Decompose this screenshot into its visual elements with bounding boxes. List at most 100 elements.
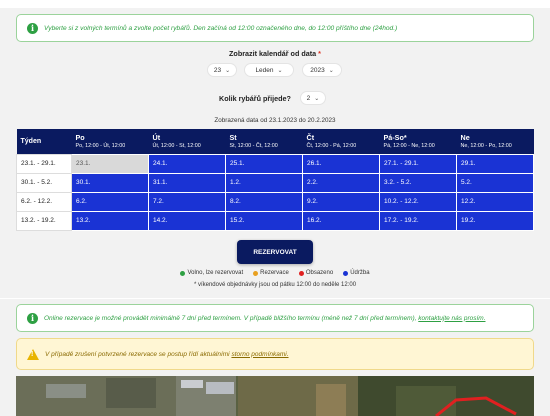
legend-label: Obsazeno	[305, 270, 334, 276]
day-time: Po, 12:00 - Út, 12:00	[75, 143, 126, 150]
day-select[interactable]: 23 ⌄	[207, 63, 237, 77]
date-cell[interactable]: 9.2.	[302, 191, 380, 212]
info-alert-text: Vyberte si z volných termínů a zvolte po…	[44, 24, 398, 32]
date-cell[interactable]: 17.2. - 19.2.	[379, 210, 457, 231]
status-legend: Volno, lze rezervovat Rezervace Obsazeno…	[0, 270, 550, 276]
week-cell: 13.2. - 19.2.	[16, 210, 72, 231]
date-cell[interactable]: 27.1. - 29.1.	[379, 153, 457, 174]
day-header-tue: Út Út, 12:00 - St, 12:00	[148, 129, 226, 154]
date-cell[interactable]: 19.2.	[456, 210, 534, 231]
calendar-date-label-text: Zobrazit kalendář od data	[229, 49, 317, 58]
reservation-calendar: Týden Po Po, 12:00 - Út, 12:00 Út Út, 12:0…	[16, 129, 534, 231]
date-cell[interactable]: 8.2.	[225, 191, 303, 212]
table-row: 13.2. - 19.2. 13.2. 14.2. 15.2. 16.2. 17…	[16, 210, 534, 231]
year-select[interactable]: 2023 ⌄	[302, 63, 342, 77]
date-cell[interactable]: 12.2.	[456, 191, 534, 212]
calendar-date-label: Zobrazit kalendář od data *	[0, 49, 550, 58]
date-cell[interactable]: 26.1.	[302, 153, 380, 174]
warning-text: V případě zrušení potvrzené rezervace se…	[45, 351, 289, 358]
date-cell[interactable]: 2.2.	[302, 172, 380, 193]
info-alert-online: i Online rezervace je možné provádět min…	[16, 304, 534, 332]
calendar-header-row: Týden Po Po, 12:00 - Út, 12:00 Út Út, 12:0…	[16, 129, 534, 154]
date-cell[interactable]: 5.2.	[456, 172, 534, 193]
legend-item-free: Volno, lze rezervovat	[180, 270, 243, 276]
date-cell-past: 23.1.	[71, 153, 149, 174]
reserve-button[interactable]: REZERVOVAT	[237, 240, 313, 264]
day-name: Út	[152, 133, 161, 143]
chevron-down-icon: ⌄	[277, 67, 283, 74]
date-cell[interactable]: 10.2. - 12.2.	[379, 191, 457, 212]
warning-alert: ! V případě zrušení potvrzené rezervace …	[16, 338, 534, 370]
date-cell[interactable]: 25.1.	[225, 153, 303, 174]
day-time: Út, 12:00 - St, 12:00	[152, 143, 201, 150]
date-cell[interactable]: 15.2.	[225, 210, 303, 231]
red-dot-icon	[298, 270, 304, 276]
day-header-fri-sat: Pá-So* Pá, 12:00 - Ne, 12:00	[379, 129, 457, 154]
day-time: St, 12:00 - Čt, 12:00	[229, 143, 278, 150]
legend-item-reservation: Rezervace	[253, 270, 289, 276]
chevron-down-icon: ⌄	[314, 95, 320, 102]
week-cell: 30.1. - 5.2.	[16, 172, 72, 193]
date-cell[interactable]: 13.2.	[71, 210, 149, 231]
date-cell[interactable]: 3.2. - 5.2.	[379, 172, 457, 193]
date-cell[interactable]: 30.1.	[71, 172, 149, 193]
date-cell[interactable]: 29.1.	[456, 153, 534, 174]
date-range-text: Zobrazená data od 23.1.2023 do 20.2.2023	[214, 117, 336, 124]
week-cell: 6.2. - 12.2.	[16, 191, 72, 212]
storno-link[interactable]: storno podmínkami.	[231, 351, 288, 358]
day-header-thu: Čt Čt, 12:00 - Pá, 12:00	[302, 129, 380, 154]
orange-dot-icon	[253, 270, 259, 276]
table-row: 6.2. - 12.2. 6.2. 7.2. 8.2. 9.2. 10.2. -…	[16, 191, 534, 212]
required-mark: *	[318, 49, 321, 58]
fishers-select-value: 2	[306, 94, 311, 102]
date-cell[interactable]: 16.2.	[302, 210, 380, 231]
day-name: Ne	[460, 133, 470, 143]
day-name: Čt	[306, 133, 315, 143]
aerial-photo	[16, 376, 534, 416]
date-cell[interactable]: 24.1.	[148, 153, 226, 174]
table-row: 23.1. - 29.1. 23.1. 24.1. 25.1. 26.1. 27…	[16, 153, 534, 174]
month-select-value: Leden	[255, 66, 274, 74]
day-select-value: 23	[213, 66, 222, 74]
section-divider	[0, 298, 550, 299]
date-cell[interactable]: 31.1.	[148, 172, 226, 193]
weekend-note: * víkendové objednávky jsou od pátku 12:…	[193, 282, 357, 288]
week-cell: 23.1. - 29.1.	[16, 153, 72, 174]
day-time: Ne, 12:00 - Po, 12:00	[460, 143, 512, 150]
chevron-down-icon: ⌄	[328, 67, 334, 74]
day-name: Po	[75, 133, 85, 143]
day-name: Pá-So*	[383, 133, 407, 143]
day-header-wed: St St, 12:00 - Čt, 12:00	[225, 129, 303, 154]
date-cell[interactable]: 6.2.	[71, 191, 149, 212]
date-cell[interactable]: 14.2.	[148, 210, 226, 231]
info-icon: i	[27, 22, 38, 34]
month-select[interactable]: Leden ⌄	[244, 63, 294, 77]
warning-body: V případě zrušení potvrzené rezervace se…	[45, 350, 232, 358]
legend-label: Údržba	[350, 270, 370, 276]
aerial-map-image	[16, 376, 534, 416]
legend-label: Rezervace	[260, 270, 289, 276]
legend-label: Volno, lze rezervovat	[187, 270, 244, 276]
legend-item-occupied: Obsazeno	[298, 270, 334, 276]
info-online-body: Online rezervace je možné provádět minim…	[44, 314, 419, 322]
day-name: St	[229, 133, 237, 143]
day-header-sun: Ne Ne, 12:00 - Po, 12:00	[456, 129, 534, 154]
year-select-value: 2023	[310, 66, 325, 74]
green-dot-icon	[180, 270, 186, 276]
fishers-select[interactable]: 2 ⌄	[300, 91, 326, 105]
day-header-mon: Po Po, 12:00 - Út, 12:00	[71, 129, 149, 154]
warning-icon: !	[27, 348, 39, 360]
date-cell[interactable]: 1.2.	[225, 172, 303, 193]
day-time: Čt, 12:00 - Pá, 12:00	[306, 143, 357, 150]
info-icon: i	[27, 312, 38, 324]
legend-item-maintenance: Údržba	[343, 270, 370, 276]
day-time: Pá, 12:00 - Ne, 12:00	[383, 143, 435, 150]
contact-link[interactable]: kontaktujte nás prosím.	[418, 315, 485, 322]
date-cell[interactable]: 7.2.	[148, 191, 226, 212]
info-alert-top: i Vyberte si z volných termínů a zvolte …	[16, 14, 534, 42]
week-column-header: Týden	[16, 129, 72, 154]
top-bar	[0, 0, 550, 8]
blue-dot-icon	[343, 270, 349, 276]
table-row: 30.1. - 5.2. 30.1. 31.1. 1.2. 2.2. 3.2. …	[16, 172, 534, 193]
info-online-text: Online rezervace je možné provádět minim…	[44, 315, 486, 322]
